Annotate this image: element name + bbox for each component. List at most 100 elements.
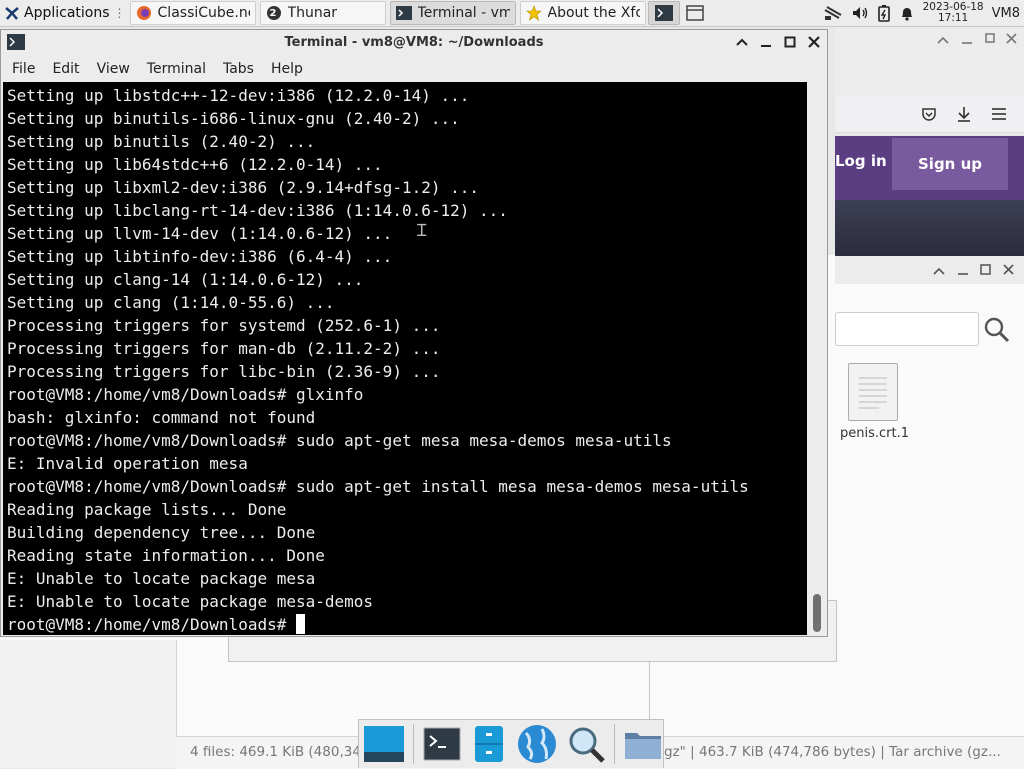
terminal-line: Building dependency tree... Done xyxy=(7,523,316,542)
system-tray: 2023-06-18 17:11 VM8 xyxy=(823,0,1024,26)
terminal-line: Reading package lists... Done xyxy=(7,500,287,519)
battery-icon[interactable] xyxy=(877,4,891,22)
applications-menu-button[interactable]: Applications ⋮ xyxy=(0,0,128,26)
clock-time: 17:11 xyxy=(937,12,969,24)
close-button[interactable] xyxy=(807,33,821,51)
separator-dots-icon: ⋮ xyxy=(113,6,126,20)
thunar-search-input[interactable] xyxy=(835,312,979,346)
terminal-scrollbar[interactable] xyxy=(807,82,827,635)
terminal-line: Setting up binutils (2.40-2) ... xyxy=(7,132,316,151)
terminal-titlebar[interactable]: Terminal - vm8@VM8: ~/Downloads xyxy=(1,30,827,56)
dock-terminal[interactable] xyxy=(422,723,462,765)
task-firefox[interactable]: ClassiCube.ne... xyxy=(129,1,256,25)
task-thunar[interactable]: 2 Thunar xyxy=(259,1,386,25)
menu-view[interactable]: View xyxy=(91,61,136,77)
menu-file[interactable]: File xyxy=(6,61,41,77)
top-panel: Applications ⋮ ClassiCube.ne... 2 Thunar… xyxy=(0,0,1024,27)
terminal-line: Setting up lib64stdc++6 (12.2.0-14) ... xyxy=(7,155,383,174)
login-button[interactable]: Log in xyxy=(835,152,887,170)
terminal-line: E: Invalid operation mesa xyxy=(7,454,248,473)
user-menu-label[interactable]: VM8 xyxy=(992,6,1020,21)
terminal-line: root@VM8:/home/vm8/Downloads# sudo apt-g… xyxy=(7,431,672,450)
firefox-titlebar xyxy=(835,26,1024,96)
terminal-line: E: Unable to locate package mesa xyxy=(7,569,316,588)
panel-window-switcher[interactable] xyxy=(680,1,710,25)
dock-separator xyxy=(614,724,615,764)
terminal-line: bash: glxinfo: command not found xyxy=(7,408,316,427)
terminal-icon xyxy=(395,6,412,20)
text-cursor-ibeam-icon: Ɪ xyxy=(417,221,427,241)
globe-icon xyxy=(518,725,557,763)
close-icon xyxy=(808,36,820,48)
thunar-window-controls[interactable] xyxy=(835,256,1024,284)
terminal-line: Setting up clang-14 (1:14.0.6-12) ... xyxy=(7,270,364,289)
terminal-icon xyxy=(423,727,461,761)
cabinet-icon xyxy=(475,726,503,762)
file-name-label[interactable]: penis.crt.1 xyxy=(840,426,909,441)
thunar-titlebar xyxy=(835,256,1024,284)
task-label: About the Xfc... xyxy=(547,5,640,21)
search-icon[interactable] xyxy=(983,316,1011,344)
maximize-button[interactable] xyxy=(783,33,797,51)
network-icon[interactable] xyxy=(823,4,843,22)
dock-show-desktop[interactable] xyxy=(363,723,405,765)
clock[interactable]: 2023-06-18 17:11 xyxy=(923,2,984,24)
task-about-xfce[interactable]: About the Xfc... xyxy=(519,1,646,25)
terminal-line: root@VM8:/home/vm8/Downloads# glxinfo xyxy=(7,385,364,404)
panel-terminal-launcher[interactable] xyxy=(647,1,680,25)
magnifier-icon xyxy=(569,727,605,763)
pocket-icon[interactable] xyxy=(921,106,937,122)
maximize-icon xyxy=(784,36,796,48)
terminal-line: Setting up libclang-rt-14-dev:i386 (1:14… xyxy=(7,201,508,220)
dock-file-manager[interactable] xyxy=(470,723,508,765)
window-icon xyxy=(685,5,704,21)
file-icon[interactable] xyxy=(848,363,898,421)
menu-tabs[interactable]: Tabs xyxy=(217,61,260,77)
status-right-text: gz" | 463.7 KiB (474,786 bytes) | Tar ar… xyxy=(664,744,1001,760)
menu-terminal[interactable]: Terminal xyxy=(141,61,212,77)
window-controls xyxy=(735,33,821,51)
signup-button[interactable]: Sign up xyxy=(892,138,1008,190)
menu-help[interactable]: Help xyxy=(265,61,309,77)
terminal-cursor xyxy=(295,614,305,634)
terminal-line: Setting up clang (1:14.0-55.6) ... xyxy=(7,293,335,312)
download-icon[interactable] xyxy=(955,105,973,123)
terminal-line: E: Unable to locate package mesa-demos xyxy=(7,592,374,611)
menu-edit[interactable]: Edit xyxy=(46,61,85,77)
terminal-launcher-icon xyxy=(654,5,673,21)
terminal-output[interactable]: Setting up libstdc++-12-dev:i386 (12.2.0… xyxy=(3,82,807,635)
thunar-sidebar xyxy=(0,640,177,768)
terminal-prompt: root@VM8:/home/vm8/Downloads# xyxy=(7,615,296,634)
terminal-line: Processing triggers for libc-bin (2.36-9… xyxy=(7,362,441,381)
page-banner-image xyxy=(835,200,1024,256)
volume-icon[interactable] xyxy=(851,4,869,22)
folder-icon xyxy=(625,733,661,759)
task-label: Terminal - vm... xyxy=(417,5,510,21)
applications-label: Applications xyxy=(24,5,110,21)
dock-app-finder[interactable] xyxy=(566,723,606,765)
desktop-icon xyxy=(364,726,404,762)
terminal-line: Reading state information... Done xyxy=(7,546,325,565)
dock xyxy=(358,719,664,768)
hamburger-menu-icon[interactable] xyxy=(991,107,1007,121)
dock-web-browser[interactable] xyxy=(516,723,558,765)
terminal-window: Terminal - vm8@VM8: ~/Downloads File Edi… xyxy=(0,29,828,637)
terminal-text: Setting up libstdc++-12-dev:i386 (12.2.0… xyxy=(3,82,807,635)
shade-button[interactable] xyxy=(735,33,749,51)
minimize-icon xyxy=(761,45,771,47)
terminal-line: root@VM8:/home/vm8/Downloads# sudo apt-g… xyxy=(7,477,749,496)
firefox-window-controls[interactable] xyxy=(835,26,1024,56)
minimize-button[interactable] xyxy=(759,33,773,51)
star-icon xyxy=(525,5,542,21)
task-terminal[interactable]: Terminal - vm... xyxy=(389,1,516,25)
status-left-text: 4 files: 469.1 KiB (480,344 xyxy=(190,744,370,760)
dock-home-folder[interactable] xyxy=(623,723,663,765)
notification-bell-icon[interactable] xyxy=(899,4,915,22)
dock-separator xyxy=(413,724,414,764)
scrollbar-thumb[interactable] xyxy=(813,594,821,632)
task-label: Thunar xyxy=(287,5,338,21)
terminal-line: Setting up libxml2-dev:i386 (2.9.14+dfsg… xyxy=(7,178,480,197)
xfce-mouse-icon xyxy=(5,7,19,20)
firefox-icon xyxy=(136,6,151,20)
terminal-line: Processing triggers for systemd (252.6-1… xyxy=(7,316,441,335)
